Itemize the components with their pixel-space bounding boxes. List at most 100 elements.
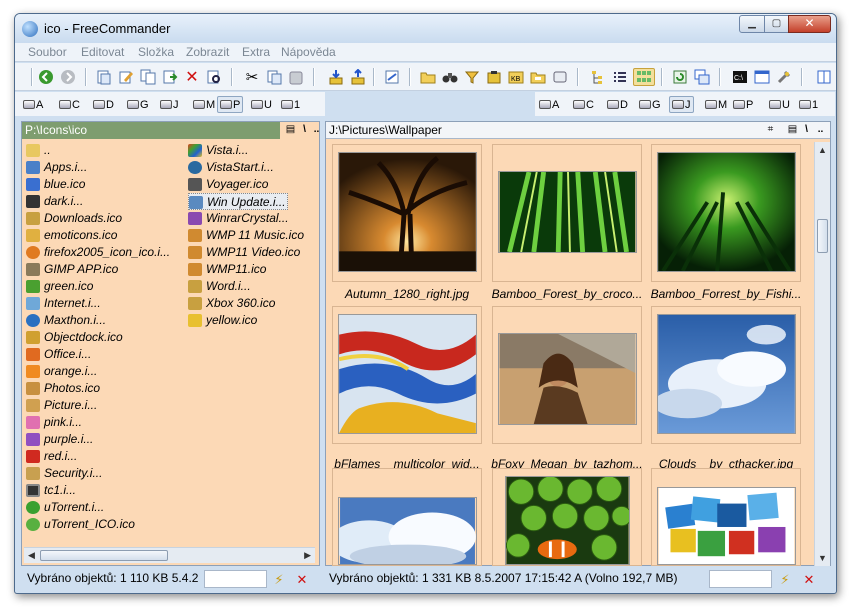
bookmark-icon[interactable]: ▤ [284,124,297,137]
filter-icon[interactable]: ⚡ [271,572,287,588]
list-item[interactable]: .. [26,142,170,159]
unpack-icon[interactable] [327,68,345,86]
left-path[interactable]: P:\Icons\ico [22,122,280,139]
list-item[interactable]: Win Update.i... [188,193,288,210]
menu-soubor[interactable]: Soubor [28,45,67,59]
thumbnail-tile[interactable] [332,144,482,282]
list-item[interactable]: Objectdock.ico [26,329,170,346]
list-item[interactable]: WMP 11 Music.ico [188,227,304,244]
drive-m[interactable]: M [705,96,727,113]
thumbnail-tile[interactable] [332,306,482,444]
close-button[interactable]: ✕ [788,15,831,33]
list-item[interactable]: Picture.i... [26,397,170,414]
drive-network[interactable]: 1 [799,96,818,113]
drive-p[interactable]: P [217,96,244,113]
edit-icon[interactable] [117,68,135,86]
clear-filter-icon[interactable]: ✕ [294,572,310,588]
thumbnail-tile[interactable] [492,468,642,566]
properties-icon[interactable] [753,68,771,86]
scroll-thumb[interactable] [817,219,828,253]
drive-u[interactable]: U [769,96,790,113]
filter-icon[interactable] [463,68,481,86]
bookmark-icon[interactable]: ▤ [786,124,799,137]
list-item[interactable]: emoticons.ico [26,227,170,244]
list-item[interactable]: uTorrent_ICO.ico [26,516,170,533]
list-item[interactable]: Downloads.ico [26,210,170,227]
forward-icon[interactable] [59,68,77,86]
folder-size-icon[interactable] [529,68,547,86]
menu-napoveda[interactable]: Nápověda [281,45,336,59]
find-icon[interactable] [205,68,223,86]
drive-g[interactable]: G [639,96,661,113]
thumbnail-tile[interactable] [651,468,801,566]
drive-network[interactable]: 1 [281,96,300,113]
compare-icon[interactable] [383,68,401,86]
disk-icon[interactable] [551,68,569,86]
binoculars-icon[interactable] [441,68,459,86]
left-quick-filter-input[interactable] [204,570,267,588]
list-item[interactable]: tc1.i... [26,482,170,499]
right-path[interactable]: J:\Pictures\Wallpaper [326,122,830,139]
list-item[interactable]: Photos.ico [26,380,170,397]
drive-j[interactable]: J [160,96,179,113]
drive-d[interactable]: D [93,96,114,113]
sync-icon[interactable] [693,68,711,86]
right-quick-filter-input[interactable] [709,570,772,588]
list-item[interactable]: Apps.i... [26,159,170,176]
list-item[interactable]: Vista.i... [188,142,304,159]
thumbnail-tile[interactable] [332,468,482,566]
list-item[interactable]: Internet.i... [26,295,170,312]
menu-zobrazit[interactable]: Zobrazit [186,45,229,59]
list-item[interactable]: green.ico [26,278,170,295]
list-item[interactable]: Office.i... [26,346,170,363]
move-icon[interactable] [161,68,179,86]
list-item[interactable]: orange.i... [26,363,170,380]
delete-icon[interactable]: ✕ [183,68,201,86]
drive-a[interactable]: A [23,96,43,113]
pack-icon[interactable] [349,68,367,86]
list-item[interactable]: yellow.ico [188,312,304,329]
drive-c[interactable]: C [59,96,80,113]
root-icon[interactable]: \ [800,124,813,137]
scroll-left-icon[interactable]: ◀ [28,550,35,561]
drive-d[interactable]: D [607,96,628,113]
copy-panel-icon[interactable] [95,68,113,86]
parent-icon[interactable]: .. [310,124,323,137]
paste-icon[interactable] [265,68,283,86]
copy-icon[interactable] [139,68,157,86]
new-folder-icon[interactable] [419,68,437,86]
list-item[interactable]: WinrarCrystal... [188,210,304,227]
list-item[interactable]: Word.i... [188,278,304,295]
scroll-down-icon[interactable]: ▼ [818,553,827,563]
title-bar[interactable]: ico - FreeCommander ▁ ▢ ✕ [15,14,836,43]
thumbnail-tile[interactable] [492,306,642,444]
list-item[interactable]: pink.i... [26,414,170,431]
zip-icon[interactable] [485,68,503,86]
list-item[interactable]: WMP11.ico [188,261,304,278]
scroll-right-icon[interactable]: ▶ [304,550,311,561]
list-item[interactable]: blue.ico [26,176,170,193]
refresh-icon[interactable] [671,68,689,86]
vertical-scrollbar[interactable]: ▲ ▼ [814,142,830,566]
horizontal-scrollbar[interactable]: ◀ ▶ [24,547,315,563]
list-item[interactable]: Voyager.ico [188,176,304,193]
list-item[interactable]: GIMP APP.ico [26,261,170,278]
minimize-button[interactable]: ▁ [739,15,765,33]
kb-icon[interactable]: KB [507,68,525,86]
list-item[interactable]: Maxthon.i... [26,312,170,329]
maximize-button[interactable]: ▢ [764,15,789,33]
drive-c[interactable]: C [573,96,594,113]
thumbnail-tile[interactable] [651,306,801,444]
drive-m[interactable]: M [193,96,215,113]
list-item[interactable]: Security.i... [26,465,170,482]
list-item[interactable]: firefox2005_icon_ico.i... [26,244,170,261]
right-panel[interactable]: J:\Pictures\Wallpaper ⌗ ▤ \ .. Autumn_12… [325,121,831,566]
thumbnails-icon[interactable] [633,68,655,86]
drive-u[interactable]: U [251,96,272,113]
list-icon[interactable] [611,68,629,86]
scroll-up-icon[interactable]: ▲ [818,145,827,155]
list-item[interactable]: VistaStart.i... [188,159,304,176]
list-item[interactable]: uTorrent.i... [26,499,170,516]
paste2-icon[interactable] [287,68,305,86]
network-icon[interactable]: ⌗ [764,124,777,137]
